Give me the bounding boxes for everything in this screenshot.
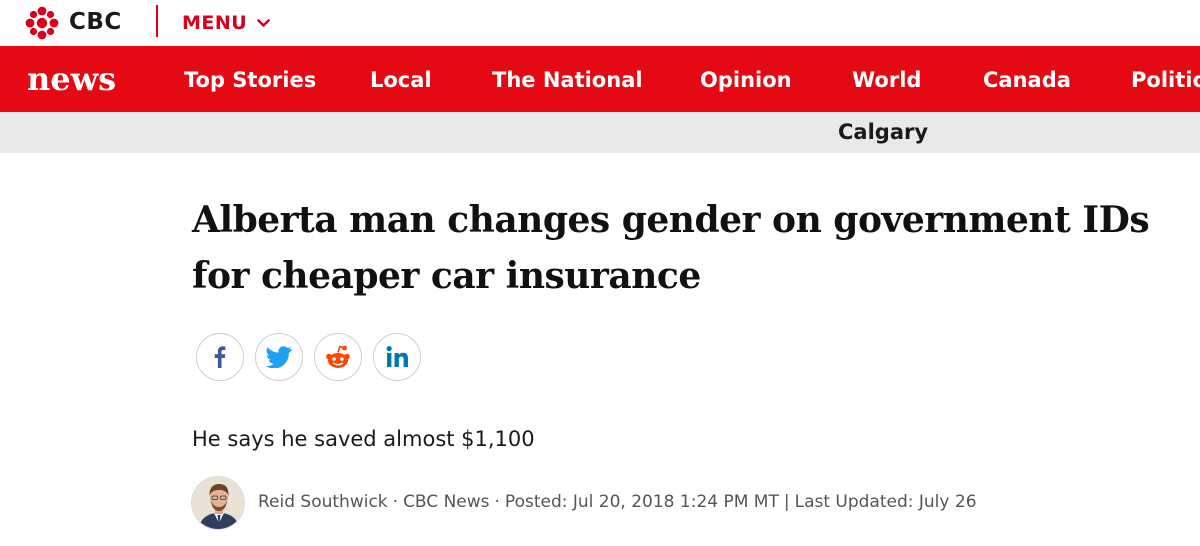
section-bar: Calgary xyxy=(0,112,1200,153)
cbc-brand-text[interactable]: CBC xyxy=(69,6,122,38)
nav-item-canada[interactable]: Canada xyxy=(983,67,1071,93)
nav-item-the-national[interactable]: The National xyxy=(492,67,643,93)
menu-label: MENU xyxy=(182,12,248,34)
share-reddit-button[interactable] xyxy=(314,333,362,381)
nav-item-opinion[interactable]: Opinion xyxy=(700,67,792,93)
twitter-icon xyxy=(266,346,292,368)
nav-item-world[interactable]: World xyxy=(852,67,921,93)
nav-item-local[interactable]: Local xyxy=(370,67,432,93)
share-linkedin-button[interactable] xyxy=(373,333,421,381)
news-navbar: news Top Stories Local The National Opin… xyxy=(0,46,1200,112)
outlet-name: CBC News xyxy=(403,492,490,512)
author-photo xyxy=(192,477,244,529)
byline-separator: · xyxy=(494,492,500,512)
menu-button[interactable]: MENU xyxy=(182,8,271,38)
byline-separator: · xyxy=(392,492,399,512)
top-bar: CBC MENU xyxy=(0,0,1200,45)
share-twitter-button[interactable] xyxy=(255,333,303,381)
chevron-down-icon xyxy=(257,18,271,27)
nav-item-politics[interactable]: Politics xyxy=(1131,67,1200,93)
article-headline: Alberta man changes gender on government… xyxy=(192,199,1150,297)
reddit-icon xyxy=(326,345,350,368)
nav-item-top-stories[interactable]: Top Stories xyxy=(184,67,316,93)
linkedin-icon xyxy=(386,346,408,367)
byline-divider: | xyxy=(783,492,790,512)
article-subhead: He says he saved almost $1,100 xyxy=(192,427,535,451)
topbar-divider xyxy=(156,5,158,37)
news-logo[interactable]: news xyxy=(27,59,116,99)
article-byline: Reid Southwick · CBC News · Posted: Jul 20, … xyxy=(258,490,977,514)
section-name[interactable]: Calgary xyxy=(838,119,928,145)
cbc-gem-icon[interactable] xyxy=(25,6,59,40)
author-name[interactable]: Reid Southwick xyxy=(258,492,388,512)
updated-date: Last Updated: July 26 xyxy=(794,492,977,512)
author-avatar[interactable] xyxy=(191,476,245,530)
facebook-icon xyxy=(214,346,226,368)
posted-date: Posted: Jul 20, 2018 1:24 PM MT xyxy=(504,492,779,512)
share-facebook-button[interactable] xyxy=(196,333,244,381)
